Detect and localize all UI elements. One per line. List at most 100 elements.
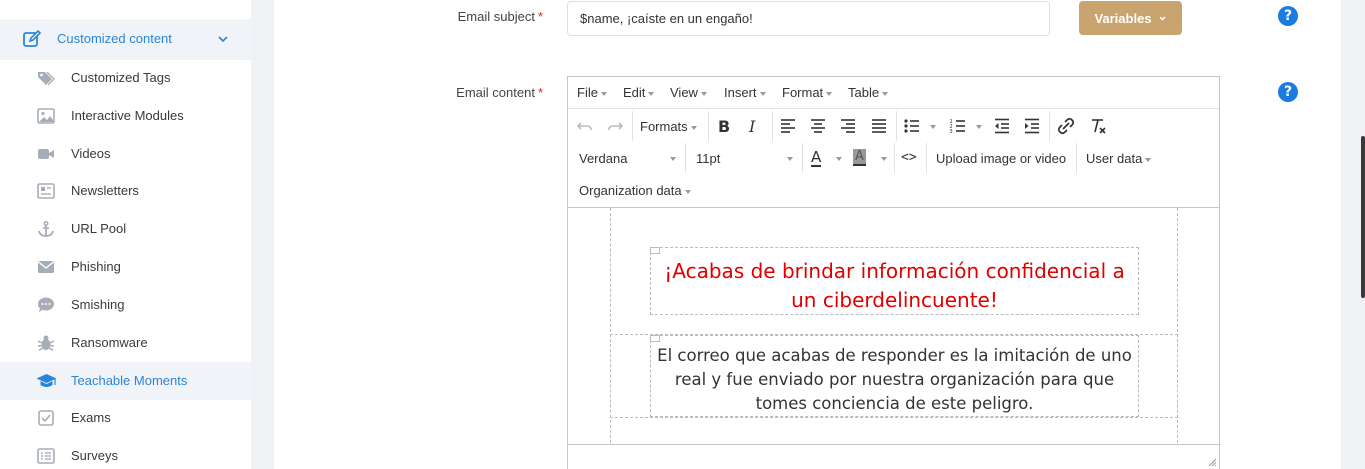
sidebar-item-label: Videos — [71, 146, 111, 161]
font-size-select[interactable]: 11pt — [696, 151, 720, 166]
menu-edit-label: Edit — [623, 85, 646, 100]
user-data-dropdown[interactable]: User data — [1086, 151, 1152, 166]
align-center-icon[interactable] — [809, 117, 827, 135]
sidebar-item-label: Interactive Modules — [71, 108, 184, 123]
help-icon[interactable]: ? — [1278, 6, 1298, 26]
envelope-icon — [38, 261, 54, 273]
email-content-label: Email content * — [343, 85, 543, 100]
email-subject-input[interactable]: $name, ¡caíste en un engaño! — [567, 1, 1050, 36]
menu-table[interactable]: Table — [848, 85, 889, 100]
headline-cell[interactable]: ¡Acabas de brindar información confidenc… — [650, 247, 1139, 315]
bug-icon — [37, 335, 55, 351]
font-family-caret — [670, 157, 676, 161]
sidebar-item-customized-tags[interactable]: Customized Tags — [0, 59, 251, 97]
editor-toolbar-row-3: Organization data — [568, 174, 1219, 206]
help-icon[interactable]: ? — [1278, 82, 1298, 102]
sidebar-item-videos[interactable]: Videos — [0, 135, 251, 173]
svg-text:3: 3 — [950, 129, 953, 135]
sidebar: Customized content Customized Tags Inter… — [0, 0, 251, 469]
menu-format-label: Format — [782, 85, 824, 100]
link-icon[interactable] — [1057, 117, 1075, 135]
editor-statusbar — [568, 444, 1219, 469]
required-mark: * — [537, 85, 543, 100]
sidebar-item-phishing[interactable]: Phishing — [0, 248, 251, 286]
editor-toolbar-row-1: Formats B I 123 — [568, 110, 1219, 142]
sms-icon — [38, 297, 54, 312]
sidebar-item-label: Customized content — [57, 31, 172, 46]
headline-text: ¡Acabas de brindar información confidenc… — [664, 259, 1125, 312]
align-left-icon[interactable] — [779, 117, 797, 135]
required-mark: * — [537, 9, 543, 24]
text-color-button[interactable]: A — [811, 149, 822, 167]
menu-edit[interactable]: Edit — [623, 85, 655, 100]
edit-icon — [23, 29, 42, 47]
sidebar-item-interactive-modules[interactable]: Interactive Modules — [0, 97, 251, 135]
background-color-button[interactable]: A — [853, 149, 866, 166]
variables-button-label: Variables — [1094, 10, 1152, 26]
body-text: El correo que acabas de responder es la … — [657, 346, 1132, 413]
sidebar-item-label: URL Pool — [71, 221, 127, 236]
sidebar-item-label: Newsletters — [71, 183, 139, 198]
list-icon — [37, 448, 55, 464]
sidebar-item-label: Customized Tags — [71, 70, 171, 85]
anchor-icon — [38, 221, 54, 237]
sidebar-item-label: Phishing — [71, 259, 121, 274]
email-subject-label-text: Email subject — [457, 9, 535, 24]
formats-dropdown[interactable]: Formats — [640, 119, 697, 134]
variables-button[interactable]: Variables — [1079, 1, 1182, 35]
sidebar-item-label: Smishing — [71, 297, 125, 312]
sidebar-item-label: Surveys — [71, 448, 118, 463]
menu-file-label: File — [577, 85, 598, 100]
sidebar-item-customized-content[interactable]: Customized content — [0, 19, 251, 60]
menu-format[interactable]: Format — [782, 85, 833, 100]
body-cell[interactable]: El correo que acabas de responder es la … — [650, 335, 1139, 417]
email-content-label-text: Email content — [456, 85, 535, 100]
editor-menubar: File Edit View Insert Format Table — [568, 77, 1219, 109]
page-scrollbar[interactable] — [1361, 136, 1365, 298]
sidebar-item-smishing[interactable]: Smishing — [0, 286, 251, 324]
chevron-down-icon — [1159, 15, 1166, 21]
checkbox-icon — [38, 410, 54, 426]
sidebar-item-url-pool[interactable]: URL Pool — [0, 210, 251, 248]
tags-icon — [38, 71, 55, 86]
resize-handle-icon[interactable] — [1208, 458, 1216, 466]
font-size-caret — [787, 157, 793, 161]
numbered-list-icon[interactable]: 123 — [949, 117, 967, 135]
align-justify-icon[interactable] — [870, 117, 888, 135]
font-family-select[interactable]: Verdana — [579, 151, 627, 166]
menu-insert[interactable]: Insert — [724, 85, 766, 100]
redo-icon[interactable] — [606, 117, 624, 135]
sidebar-item-exams[interactable]: Exams — [0, 399, 251, 437]
outdent-icon[interactable] — [993, 117, 1011, 135]
source-code-button[interactable]: <> — [901, 150, 917, 165]
sidebar-item-newsletters[interactable]: Newsletters — [0, 172, 251, 210]
sidebar-item-teachable-moments[interactable]: Teachable Moments — [0, 362, 251, 400]
sidebar-item-surveys[interactable]: Surveys — [0, 437, 251, 469]
menu-table-label: Table — [848, 85, 880, 100]
align-right-icon[interactable] — [839, 117, 857, 135]
menu-file[interactable]: File — [577, 85, 607, 100]
sidebar-item-label: Ransomware — [71, 335, 148, 350]
bold-button[interactable]: B — [718, 117, 730, 136]
newspaper-icon — [37, 183, 55, 199]
upload-image-video-button[interactable]: Upload image or video — [936, 151, 1066, 166]
rich-text-editor: File Edit View Insert Format Table Forma… — [567, 76, 1220, 469]
organization-data-dropdown[interactable]: Organization data — [579, 183, 691, 198]
sidebar-item-ransomware[interactable]: Ransomware — [0, 324, 251, 362]
graduation-cap-icon — [36, 374, 57, 387]
menu-view[interactable]: View — [670, 85, 707, 100]
italic-button[interactable]: I — [749, 117, 755, 136]
indent-icon[interactable] — [1023, 117, 1041, 135]
undo-icon[interactable] — [576, 117, 594, 135]
formats-dropdown-label: Formats — [640, 119, 688, 134]
editor-toolbar-row-2: Verdana 11pt A A <> Upload image or vide… — [568, 142, 1219, 174]
user-data-label: User data — [1086, 151, 1143, 166]
editor-content-area[interactable]: ¡Acabas de brindar información confidenc… — [568, 208, 1219, 444]
video-icon — [38, 149, 54, 159]
clear-formatting-icon[interactable] — [1089, 117, 1107, 135]
chevron-down-icon[interactable] — [216, 32, 230, 46]
bullet-list-icon[interactable] — [903, 117, 921, 135]
image-icon — [37, 108, 55, 124]
menu-view-label: View — [670, 85, 698, 100]
sidebar-item-label: Exams — [71, 410, 111, 425]
